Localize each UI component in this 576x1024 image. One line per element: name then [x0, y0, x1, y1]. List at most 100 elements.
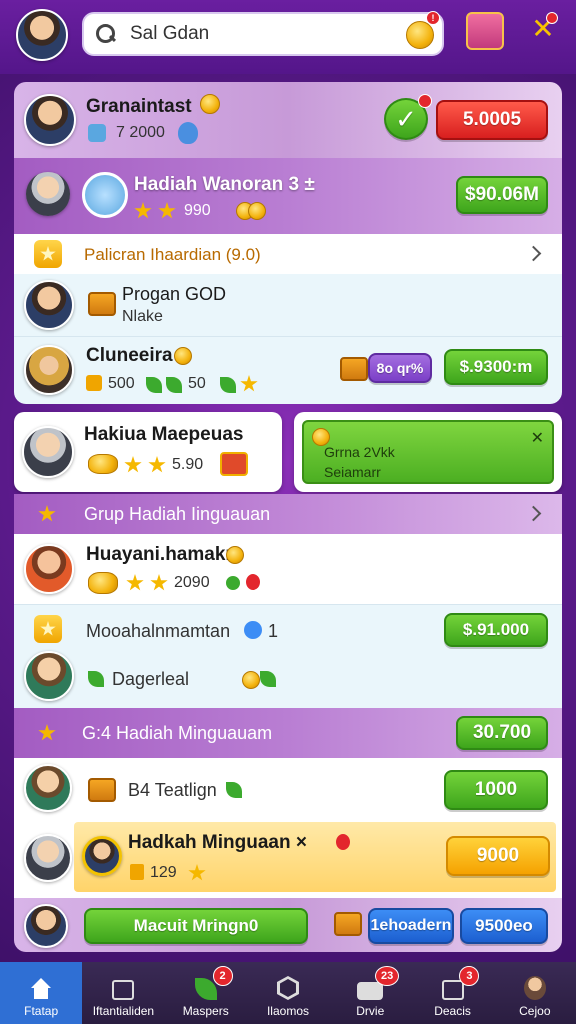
shield-icon	[178, 122, 198, 144]
gem-icon	[88, 124, 106, 142]
cluneeira-stats: 500	[108, 375, 135, 392]
star-badge-icon	[34, 240, 62, 268]
teatlign-button[interactable]: 1000	[444, 770, 548, 810]
close-icon[interactable]: ✕	[531, 428, 544, 448]
leaf-icon	[194, 978, 217, 1000]
hadkah-highlight[interactable]: Hadkah Minguaan × 129 9000	[74, 822, 556, 892]
huayan-avatar	[24, 544, 74, 594]
progan-sub: Nlake	[122, 308, 163, 325]
footer-blue-button[interactable]: 9500eo	[460, 908, 548, 944]
footer-purple-button[interactable]: 1ehoadern	[368, 908, 454, 944]
teatlign-name: B4 Teatlign	[128, 780, 217, 800]
list-item-hadkah[interactable]: Hadkah Minguaan × 129 9000	[14, 820, 562, 898]
hakiua-card[interactable]: Hakiua Maepeuas 5.90	[14, 412, 282, 492]
coin-icon	[406, 21, 434, 49]
hadkah-value: 129	[150, 864, 177, 881]
box-icon	[112, 980, 135, 1000]
tab-label: Deacis	[434, 1004, 471, 1018]
top-bar: Sal Gdan ! ✕	[0, 0, 576, 74]
list-item-cluneeira[interactable]: Cluneeira 500 50 8o qr% $.9300:m	[14, 336, 562, 404]
moodahe-num: 1	[268, 621, 279, 641]
home-icon	[28, 978, 54, 1000]
footer-green-button[interactable]: Macuit Mringn0	[84, 908, 308, 944]
hakiua-avatar	[22, 426, 74, 478]
chevron-right-icon[interactable]	[525, 505, 542, 522]
star-icon	[134, 202, 152, 219]
tab-badge: 23	[375, 966, 400, 986]
search-icon	[96, 24, 116, 44]
teatlign-avatar	[24, 764, 72, 812]
gift-icon	[220, 452, 248, 476]
section-header-1[interactable]: Palicran Ihaardian (9.0)	[14, 234, 562, 274]
tab-missions[interactable]: 2 Maspers	[165, 962, 247, 1024]
coin-icon	[200, 94, 220, 114]
huayan-name: Huayani.hamakn	[86, 544, 237, 565]
leaf-icon	[260, 671, 276, 687]
chest-icon[interactable]	[466, 12, 504, 50]
green-coin-icon	[224, 574, 242, 592]
tab-label: Cejoo	[519, 1004, 551, 1018]
notice-line1: Grrna 2Vkk	[324, 444, 395, 460]
bottom-tab-bar: Ftatap Iftantialiden 2 Maspers Ilaomos 2…	[0, 962, 576, 1024]
section-3-button[interactable]: 30.700	[456, 716, 548, 750]
footer-action-row: Macuit Mringn0 1ehoadern 9500eo	[14, 898, 562, 952]
tab-rooms[interactable]: Ilaomos	[247, 962, 329, 1024]
profile-stats: 7 2000	[116, 124, 165, 141]
reward-icon	[82, 172, 128, 218]
list-item-teatlign[interactable]: B4 Teatlign 1000	[14, 758, 562, 820]
user-avatar[interactable]	[16, 9, 68, 61]
gift-box-icon	[334, 912, 362, 936]
reward-claim-button[interactable]: $90.06M	[456, 176, 548, 214]
section-header-3[interactable]: G:4 Hadiah Minguauam 30.700	[14, 708, 562, 758]
confirm-badge	[418, 94, 432, 108]
hadkah-avatar-left	[24, 834, 72, 882]
tab-profile[interactable]: Cejoo	[494, 962, 576, 1024]
tab-label: Maspers	[182, 1004, 229, 1018]
leaf-icon	[220, 377, 236, 393]
hakiua-stats: 5.90	[172, 456, 204, 473]
footer-avatar	[24, 904, 68, 948]
huayan-stats: 2090	[174, 574, 210, 591]
info-icon	[244, 621, 262, 639]
dagerlial-avatar	[24, 651, 74, 701]
box-small-icon	[130, 864, 144, 880]
star-icon	[158, 202, 176, 219]
notice-banner[interactable]: Grrna 2Vkk Seiamarr ✕	[302, 420, 554, 484]
cluneeira-pill[interactable]: 8o qr%	[368, 353, 432, 383]
search-input[interactable]: Sal Gdan	[130, 23, 209, 45]
cluneeira-button[interactable]: $.9300:m	[444, 349, 548, 385]
profile-avatar	[24, 94, 76, 146]
tab-inventory[interactable]: Iftantialiden	[82, 962, 164, 1024]
section-header-2[interactable]: Grup Hadiah Iinguauan	[14, 494, 562, 534]
tab-badge: 3	[459, 966, 480, 986]
leaf-icon	[166, 377, 182, 393]
star-icon	[148, 456, 166, 473]
tab-deals[interactable]: 3 Deacis	[411, 962, 493, 1024]
search-bar[interactable]: Sal Gdan !	[82, 11, 444, 56]
hadkah-button[interactable]: 9000	[446, 836, 550, 876]
star-badge-icon	[34, 615, 62, 643]
tab-drive[interactable]: 23 Drvie	[329, 962, 411, 1024]
hexagon-icon	[276, 976, 299, 1000]
weekly-reward-row[interactable]: Hadiah Wanoran 3 ± 990 $90.06M	[14, 158, 562, 234]
tab-home[interactable]: Ftatap	[0, 962, 83, 1024]
gift-box-icon	[88, 778, 116, 802]
list-item-huayan[interactable]: Huayani.hamakn 2090	[14, 534, 562, 604]
hadkah-avatar	[82, 836, 122, 876]
section-label: G:4 Hadiah Minguauam	[82, 723, 273, 743]
list-item-moodahe[interactable]: Mooahalnmamtan 1 $.91.000 Dagerleal	[14, 604, 562, 708]
gift-box-icon	[340, 357, 368, 381]
star-icon	[124, 456, 142, 473]
moodahe-button[interactable]: $.91.000	[444, 613, 548, 647]
section-label: Grup Hadiah Iinguauan	[84, 504, 271, 524]
value-button[interactable]: 5.0005	[436, 100, 548, 140]
chevron-right-icon[interactable]	[525, 245, 542, 262]
star-icon	[38, 505, 56, 522]
person-icon	[523, 976, 546, 1000]
profile-row[interactable]: Granaintast 7 2000 ✓ 5.0005	[14, 82, 562, 158]
leaf-icon	[146, 377, 162, 393]
list-item-progan[interactable]: Progan GOD Nlake	[14, 274, 562, 336]
notice-card[interactable]: Grrna 2Vkk Seiamarr ✕	[294, 412, 562, 492]
tab-label: Ftatap	[24, 1004, 59, 1018]
coin-icon	[242, 671, 260, 689]
